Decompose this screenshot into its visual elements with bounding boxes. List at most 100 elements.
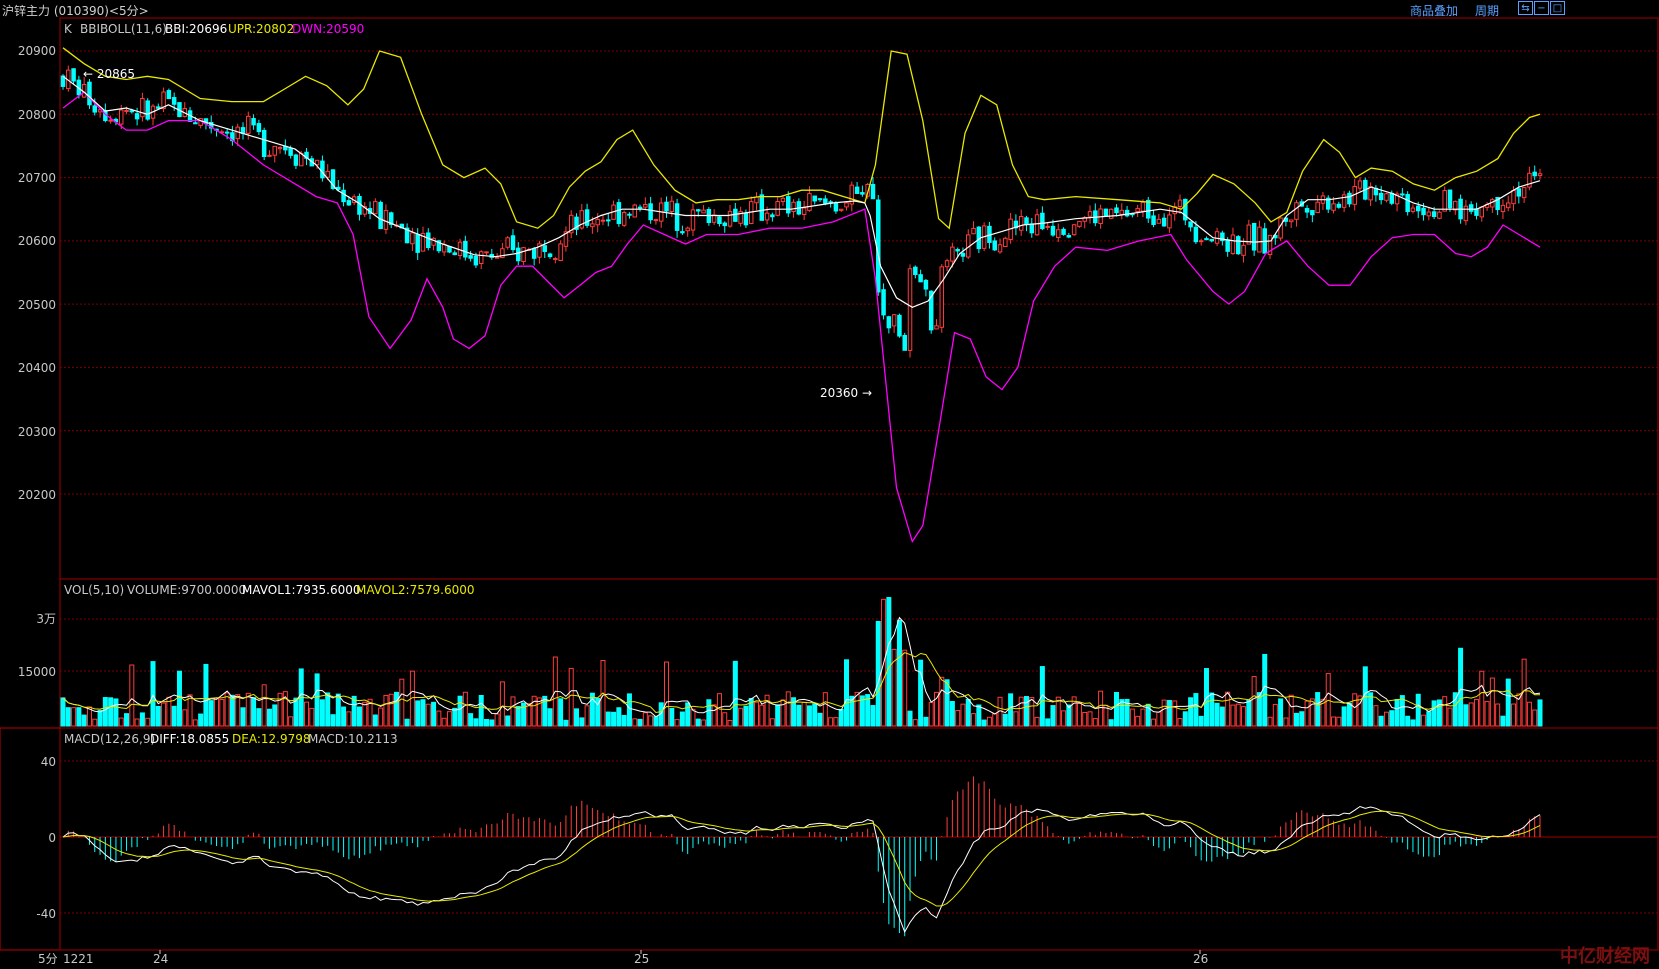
volume-bar	[1526, 701, 1532, 727]
candle	[1405, 191, 1410, 216]
candle	[706, 207, 712, 226]
candle	[1246, 219, 1252, 245]
candle	[537, 240, 542, 264]
candle	[1442, 186, 1447, 212]
volume-bar	[732, 660, 738, 727]
volume-bar	[261, 684, 267, 727]
volume-bar	[637, 718, 643, 727]
candle	[240, 122, 246, 140]
candle	[992, 237, 997, 252]
candle	[489, 248, 495, 260]
volume-bar	[754, 701, 760, 727]
bbi-value: BBI:20696	[165, 22, 227, 36]
volume-bar	[817, 712, 823, 727]
candle	[902, 332, 907, 351]
volume-bar	[923, 716, 929, 727]
candle	[748, 196, 754, 225]
volume-bar	[1304, 700, 1310, 727]
volume-bar	[642, 712, 648, 727]
candle	[1013, 214, 1019, 236]
candle	[759, 189, 765, 221]
volume-bar	[1018, 696, 1024, 727]
k-label: K	[64, 22, 73, 36]
candle	[1135, 204, 1140, 217]
candle	[611, 200, 616, 220]
volume-bar	[1447, 707, 1453, 727]
high-marker: ← 20865	[83, 67, 135, 81]
candle	[531, 246, 537, 266]
volume-bar	[896, 619, 902, 727]
volume-bar	[1045, 718, 1051, 727]
candle	[637, 204, 643, 212]
volume-bar	[65, 707, 71, 727]
volume-bar	[235, 694, 241, 727]
candle	[727, 204, 733, 228]
candle	[505, 236, 510, 250]
volume-bar	[1410, 719, 1416, 727]
chart-canvas[interactable]: K BBIBOLL(11,6) BBI:20696 UPR:20802 DWN:…	[0, 0, 1659, 969]
candle	[388, 211, 394, 229]
candle	[690, 203, 696, 237]
candle	[801, 200, 807, 221]
volume-bar	[1008, 693, 1014, 727]
volume-bar	[335, 693, 341, 727]
macd-tick: 0	[48, 831, 56, 845]
volume-bar	[632, 718, 638, 727]
volume-bar	[568, 667, 574, 727]
candle	[1003, 236, 1008, 248]
volume-bar	[785, 691, 791, 727]
price-tick: 20800	[18, 108, 56, 122]
macd-value: MACD:10.2113	[308, 732, 398, 746]
volume-bar	[441, 717, 447, 727]
candle	[1151, 209, 1156, 228]
mavol1-value: MAVOL1:7935.6000	[242, 583, 361, 597]
volume-bar	[1113, 691, 1119, 727]
volume-bar	[1188, 697, 1194, 727]
volume-bar	[468, 713, 474, 727]
candle	[1209, 238, 1215, 243]
volume-bar	[701, 719, 707, 727]
volume-bar	[949, 700, 955, 727]
volume-bar	[76, 707, 82, 727]
candle	[1500, 199, 1506, 219]
candle	[230, 125, 235, 146]
candle	[643, 197, 648, 211]
macd-label: MACD(12,26,9)	[64, 732, 155, 746]
candle	[627, 212, 632, 219]
volume-bar	[251, 697, 257, 727]
volume-bar	[171, 705, 177, 727]
candle	[1235, 235, 1241, 255]
volume-bar	[1484, 701, 1490, 727]
candle	[1294, 200, 1299, 227]
candle	[1468, 201, 1474, 215]
candle	[722, 221, 727, 233]
candle	[277, 146, 283, 154]
volume-bar	[1087, 711, 1093, 727]
volume-bar	[1108, 719, 1114, 727]
volume-bar	[1119, 699, 1125, 727]
volume-bar	[478, 694, 484, 727]
volume-bar	[1023, 696, 1029, 727]
candle	[680, 225, 685, 235]
candle	[1066, 232, 1072, 239]
volume-bar	[1166, 699, 1172, 727]
candle	[1479, 206, 1485, 222]
volume-bar	[664, 661, 670, 727]
candle	[198, 117, 203, 129]
candle	[1198, 238, 1204, 246]
bbiboll-label: BBIBOLL(11,6)	[80, 22, 167, 36]
price-panel-frame	[59, 17, 1659, 580]
volume-bar	[383, 694, 389, 727]
candle	[1183, 198, 1188, 226]
candle	[860, 185, 865, 197]
volume-bar	[161, 702, 167, 727]
volume-bar	[1283, 717, 1289, 727]
volume-bar	[1209, 692, 1215, 727]
volume-bar	[399, 678, 405, 727]
volume-bar	[473, 718, 479, 727]
candle	[775, 196, 780, 217]
volume-bar	[462, 691, 468, 727]
candle	[897, 313, 902, 338]
candle	[542, 240, 547, 259]
volume-bar	[394, 691, 400, 727]
